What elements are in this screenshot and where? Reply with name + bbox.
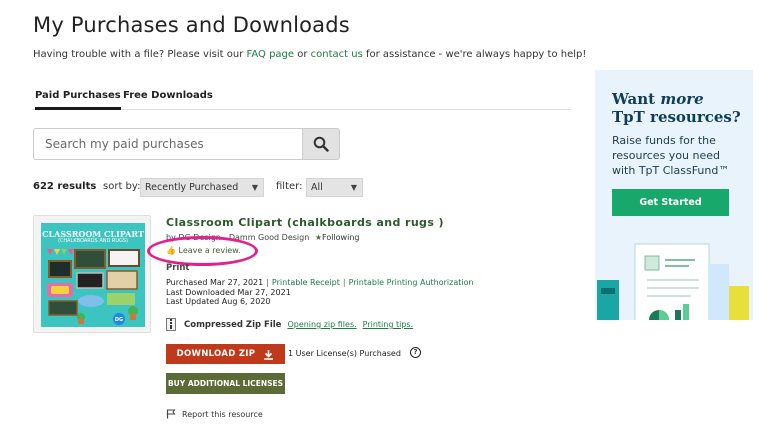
clipart-collage: DG: [47, 249, 140, 325]
get-started-button[interactable]: Get Started: [612, 189, 729, 216]
ad-headline-b: TpT resources?: [612, 108, 741, 126]
separator: |: [266, 278, 269, 287]
report-resource-link[interactable]: Report this resource: [166, 409, 263, 419]
purchased-date: Purchased Mar 27, 2021: [166, 278, 264, 287]
faq-link[interactable]: FAQ page: [247, 49, 295, 60]
separator: |: [342, 278, 346, 287]
thumbnail-image: CLASSROOM CLIPART (CHALKBOARDS AND RUGS): [41, 223, 145, 327]
help-mid: or: [294, 49, 311, 60]
product-thumbnail[interactable]: CLASSROOM CLIPART (CHALKBOARDS AND RUGS): [33, 215, 151, 333]
purchase-tabs: Paid Purchases Free Downloads: [33, 90, 571, 110]
sort-value: Recently Purchased: [145, 182, 239, 193]
zip-file-icon: [166, 318, 176, 331]
caret-down-icon: ▼: [350, 183, 357, 192]
filter-label: filter:: [276, 181, 303, 192]
printing-authorization-link[interactable]: Printable Printing Authorization: [349, 278, 474, 287]
report-label: Report this resource: [182, 409, 263, 419]
highlight-annotation: [147, 236, 258, 266]
last-downloaded: Last Downloaded Mar 27, 2021: [166, 288, 291, 297]
filter-value: All: [311, 182, 323, 193]
help-icon[interactable]: ?: [410, 347, 421, 358]
search-button[interactable]: [302, 128, 340, 160]
ad-headline: Want more TpT resources?: [612, 90, 741, 126]
format-label: Print: [166, 263, 190, 273]
help-prefix: Having trouble with a file? Please visit…: [33, 49, 247, 60]
classfund-ad: Want more TpT resources? Raise funds for…: [595, 70, 753, 320]
page-title: My Purchases and Downloads: [33, 13, 350, 37]
star-icon: ★: [314, 233, 322, 242]
help-suffix: for assistance - we're always happy to h…: [362, 49, 587, 60]
tab-free-downloads[interactable]: Free Downloads: [123, 90, 213, 107]
search-icon: [313, 136, 329, 152]
license-count: 1 User License(s) Purchased: [288, 349, 401, 358]
thumbnail-badge: DG: [115, 317, 123, 323]
help-text: Having trouble with a file? Please visit…: [33, 49, 586, 60]
purchase-info-row: Purchased Mar 27, 2021 | Printable Receipt…: [166, 278, 474, 287]
product-title-link[interactable]: Classroom Clipart (chalkboards and rugs …: [166, 216, 444, 229]
file-info-row: Compressed Zip File Opening zip files. P…: [166, 318, 419, 331]
buy-additional-licenses-button[interactable]: BUY ADDITIONAL LICENSES: [166, 373, 285, 394]
file-type-label: Compressed Zip File: [184, 319, 282, 330]
caret-down-icon: ▼: [251, 183, 258, 192]
download-icon: [264, 349, 274, 360]
download-zip-button[interactable]: DOWNLOAD ZIP: [166, 344, 285, 364]
contact-link[interactable]: contact us: [311, 49, 363, 60]
ad-headline-a: Want: [612, 90, 661, 108]
printing-tips-link[interactable]: Printing tips.: [363, 320, 413, 329]
tab-paid-purchases[interactable]: Paid Purchases: [35, 90, 121, 110]
opening-zip-files-link[interactable]: Opening zip files.: [287, 320, 356, 329]
ad-body: Raise funds for the resources you need w…: [612, 134, 730, 177]
follow-toggle[interactable]: ★Following: [315, 233, 360, 242]
printable-receipt-link[interactable]: Printable Receipt: [272, 278, 340, 287]
filter-select[interactable]: All ▼: [306, 178, 363, 197]
sort-select[interactable]: Recently Purchased ▼: [140, 178, 264, 197]
sort-label: sort by:: [103, 181, 141, 192]
results-count: 622 results: [33, 181, 97, 192]
download-zip-label: DOWNLOAD ZIP: [176, 349, 256, 359]
following-label: Following: [322, 233, 360, 242]
flag-icon: [166, 409, 176, 419]
search-input[interactable]: [33, 128, 302, 160]
ad-headline-em: more: [660, 90, 704, 108]
ad-illustration: [597, 243, 749, 320]
last-updated: Last Updated Aug 6, 2020: [166, 297, 271, 306]
